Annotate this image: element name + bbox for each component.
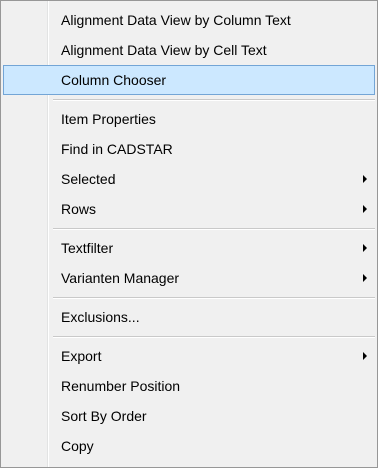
submenu-arrow-icon <box>363 244 367 252</box>
menu-item-alignment-data-view-by-cell-text[interactable]: Alignment Data View by Cell Text <box>3 35 375 65</box>
menu-item-selected[interactable]: Selected <box>3 164 375 194</box>
submenu-arrow-icon <box>363 205 367 213</box>
menu-item-column-chooser[interactable]: Column Chooser <box>3 65 375 95</box>
context-menu: Alignment Data View by Column Text Align… <box>0 0 378 468</box>
menu-item-renumber-position[interactable]: Renumber Position <box>3 371 375 401</box>
menu-item-label: Item Properties <box>61 111 156 127</box>
menu-item-varianten-manager[interactable]: Varianten Manager <box>3 263 375 293</box>
menu-separator <box>3 224 375 233</box>
menu-separator <box>3 293 375 302</box>
submenu-arrow-icon <box>363 274 367 282</box>
menu-item-label: Varianten Manager <box>61 270 180 286</box>
menu-item-label: Exclusions... <box>61 309 140 325</box>
menu-item-copy[interactable]: Copy <box>3 431 375 461</box>
menu-item-textfilter[interactable]: Textfilter <box>3 233 375 263</box>
menu-item-alignment-data-view-by-column-text[interactable]: Alignment Data View by Column Text <box>3 5 375 35</box>
menu-item-label: Column Chooser <box>61 72 167 88</box>
menu-separator <box>3 95 375 104</box>
menu-item-label: Selected <box>61 171 116 187</box>
menu-item-item-properties[interactable]: Item Properties <box>3 104 375 134</box>
menu-item-label: Find in CADSTAR <box>61 141 173 157</box>
menu-item-export[interactable]: Export <box>3 341 375 371</box>
menu-item-label: Rows <box>61 201 97 217</box>
menu-item-label: Export <box>61 348 102 364</box>
menu-item-label: Renumber Position <box>61 378 181 394</box>
menu-item-label: Textfilter <box>61 240 114 256</box>
menu-item-label: Alignment Data View by Column Text <box>61 12 291 28</box>
menu-item-exclusions[interactable]: Exclusions... <box>3 302 375 332</box>
submenu-arrow-icon <box>363 175 367 183</box>
menu-separator <box>3 332 375 341</box>
submenu-arrow-icon <box>363 352 367 360</box>
menu-item-rows[interactable]: Rows <box>3 194 375 224</box>
menu-item-label: Sort By Order <box>61 408 147 424</box>
menu-item-find-in-cadstar[interactable]: Find in CADSTAR <box>3 134 375 164</box>
menu-item-label: Copy <box>61 438 94 454</box>
menu-item-label: Alignment Data View by Cell Text <box>61 42 267 58</box>
menu-items: Alignment Data View by Column Text Align… <box>3 5 375 461</box>
menu-item-sort-by-order[interactable]: Sort By Order <box>3 401 375 431</box>
